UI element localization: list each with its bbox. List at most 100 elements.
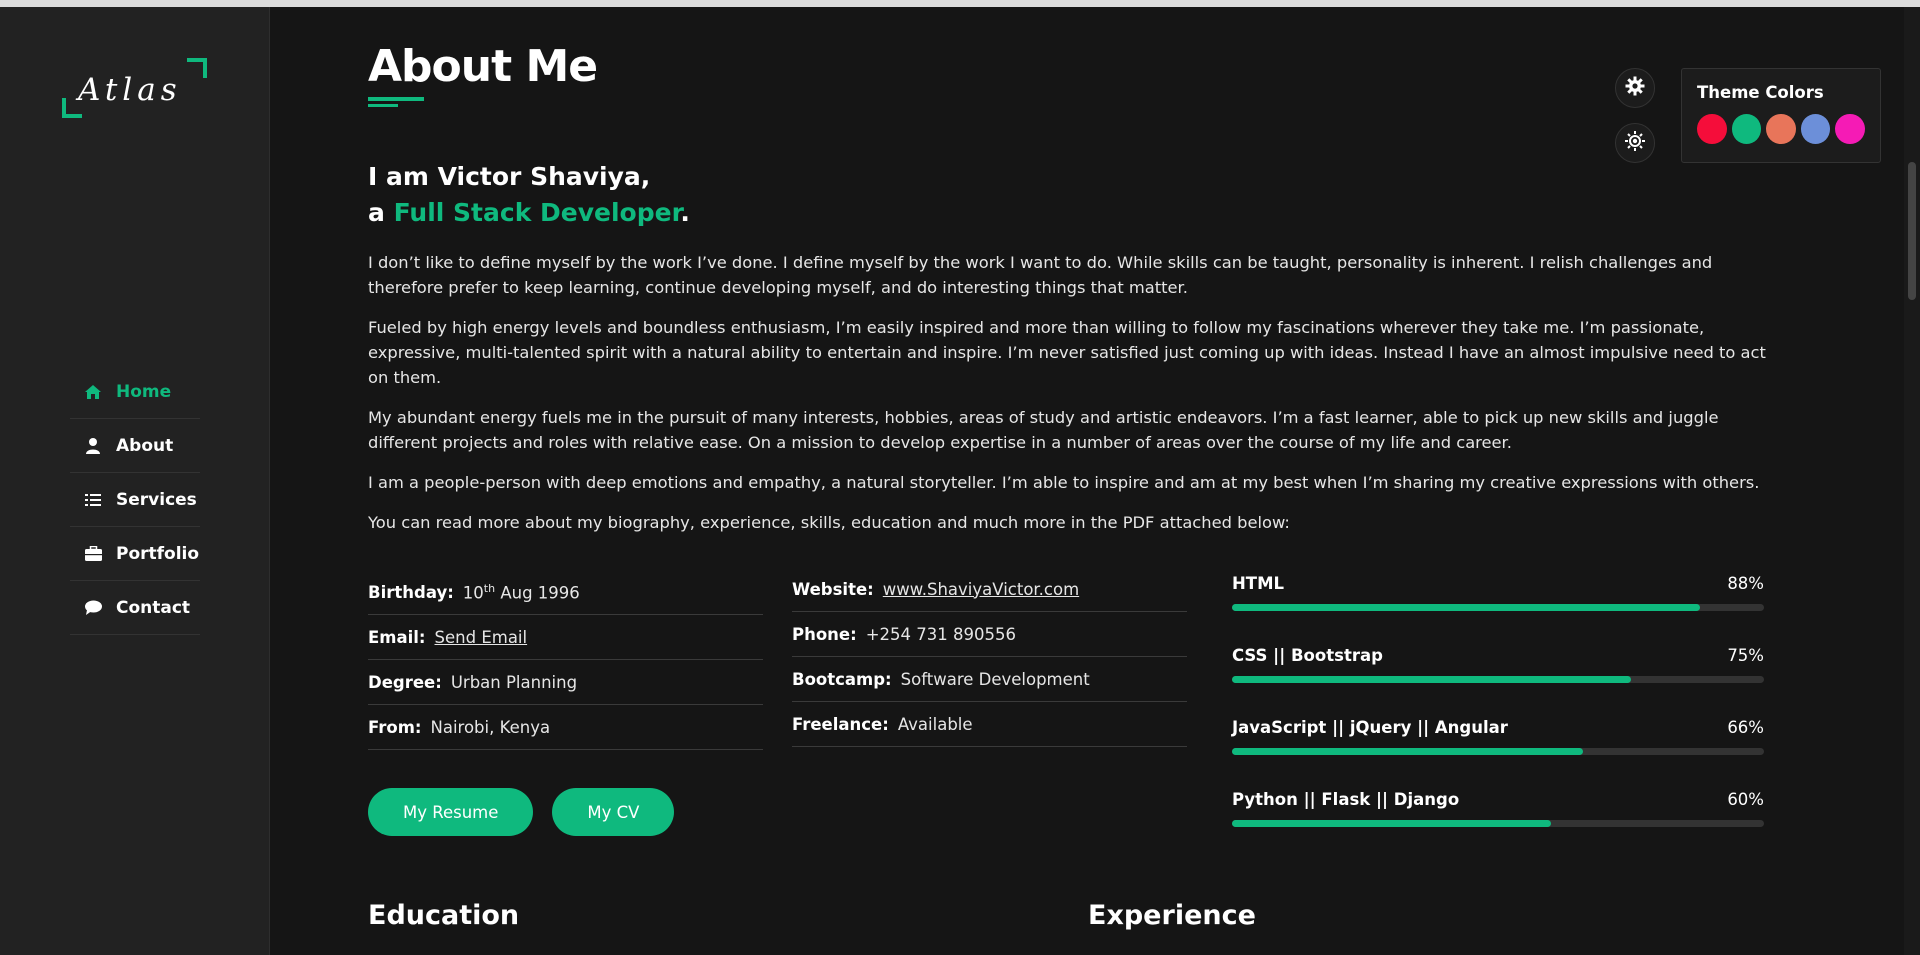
bio-paragraph: I am a people-person with deep emotions … [368,473,1760,492]
skill-percent: 88% [1727,574,1764,593]
scrollbar[interactable] [1904,7,1920,955]
email-row: Email: Send Email [368,615,763,660]
birthday-row: Birthday: 10th Aug 1996 [368,570,763,615]
skill-progress-fill [1232,748,1584,755]
nav-item-label: About [116,435,174,456]
bootcamp-value: Software Development [900,669,1090,689]
nav-item-contact[interactable]: Contact [70,581,200,635]
intro-prefix: a [368,198,394,227]
skill-name: JavaScript || jQuery || Angular [1232,718,1508,737]
freelance-row: Freelance: Available [792,702,1187,747]
theme-swatch-orange[interactable] [1766,114,1796,144]
skills-list: HTML 88% CSS || Bootstrap 75% JavaScript |… [1232,574,1764,862]
skill-progress-bar [1232,676,1764,683]
skill-percent: 66% [1727,718,1764,737]
browser-top-strip [0,0,1920,7]
skill-progress-bar [1232,820,1764,827]
freelance-label: Freelance: [792,714,889,734]
skill-percent: 75% [1727,646,1764,665]
nav-item-home[interactable]: Home [70,365,200,419]
nav-item-label: Home [116,381,172,402]
nav-item-portfolio[interactable]: Portfolio [70,527,200,581]
title-underline [368,97,424,101]
skill-percent: 60% [1727,790,1764,809]
from-label: From: [368,717,422,737]
nav-item-label: Portfolio [116,543,200,564]
website-row: Website: www.ShaviyaVictor.com [792,567,1187,612]
degree-value: Urban Planning [450,672,578,692]
nav-item-label: Services [116,489,197,510]
bootcamp-row: Bootcamp: Software Development [792,657,1187,702]
skill-progress-fill [1232,676,1631,683]
bio-text: I don’t like to define myself by the wor… [368,250,1768,550]
theme-settings-button[interactable] [1615,68,1655,108]
email-label: Email: [368,627,426,647]
degree-label: Degree: [368,672,442,692]
sidebar: Atlas Home About Services Portfolio Cont… [0,7,270,955]
comment-icon [84,599,102,617]
theme-colors-title: Theme Colors [1697,83,1824,102]
skill-progress-fill [1232,604,1701,611]
theme-swatches [1697,114,1865,144]
intro-suffix: . [680,198,690,227]
gear-icon [1625,76,1645,100]
logo[interactable]: Atlas [62,52,207,130]
bio-paragraph: Fueled by high energy levels and boundle… [368,318,1766,387]
theme-swatch-blue[interactable] [1800,114,1831,144]
skill-item: CSS || Bootstrap 75% [1232,646,1764,718]
phone-value: +254 731 890556 [865,624,1017,644]
bootcamp-label: Bootcamp: [792,669,892,689]
skill-progress-bar [1232,604,1764,611]
personal-info-right: Website: www.ShaviyaVictor.com Phone: +2… [792,567,1187,747]
skill-name: HTML [1232,574,1284,593]
download-buttons: My Resume My CV [368,788,675,836]
nav-item-about[interactable]: About [70,419,200,473]
skill-name: Python || Flask || Django [1232,790,1460,809]
home-icon [84,383,102,401]
birthday-label: Birthday: [368,582,454,602]
bio-paragraph: You can read more about my biography, ex… [368,513,1290,532]
birthday-suffix: th [483,581,496,595]
main-nav: Home About Services Portfolio Contact [70,365,200,635]
page-title: About Me [368,41,598,92]
intro-heading: I am Victor Shaviya, a Full Stack Develo… [368,159,690,231]
skill-progress-bar [1232,748,1764,755]
email-link[interactable]: Send Email [435,628,528,647]
birthday-value: 10th Aug 1996 [463,582,580,603]
dark-mode-toggle[interactable] [1615,123,1655,163]
nav-item-label: Contact [116,597,191,618]
scrollbar-thumb[interactable] [1908,162,1916,300]
website-label: Website: [792,579,874,599]
from-value: Nairobi, Kenya [430,717,551,737]
intro-role: Full Stack Developer [393,198,681,227]
theme-swatch-red[interactable] [1697,114,1727,144]
list-icon [84,491,102,509]
bio-paragraph: My abundant energy fuels me in the pursu… [368,408,1719,452]
theme-swatch-pink[interactable] [1835,114,1865,144]
birthday-month-year: Aug 1996 [495,583,580,603]
sun-icon [1624,130,1646,156]
skill-name: CSS || Bootstrap [1232,646,1383,665]
website-link[interactable]: www.ShaviyaVictor.com [883,580,1079,599]
my-cv-button[interactable]: My CV [552,788,675,836]
briefcase-icon [84,545,102,563]
intro-name: I am Victor Shaviya, [368,162,651,191]
freelance-value: Available [897,714,973,734]
personal-info-left: Birthday: 10th Aug 1996 Email: Send Emai… [368,570,763,750]
bio-paragraph: I don’t like to define myself by the wor… [368,253,1713,297]
title-underline-short [368,104,398,107]
skill-item: HTML 88% [1232,574,1764,646]
theme-swatch-green[interactable] [1731,114,1762,144]
nav-item-services[interactable]: Services [70,473,200,527]
experience-heading: Experience [1088,900,1256,931]
phone-label: Phone: [792,624,857,644]
degree-row: Degree: Urban Planning [368,660,763,705]
birthday-day: 10 [462,583,484,603]
education-heading: Education [368,900,520,931]
skill-progress-fill [1232,820,1552,827]
logo-corner-top-right [187,58,207,78]
my-resume-button[interactable]: My Resume [368,788,534,836]
user-icon [84,437,102,455]
skill-item: JavaScript || jQuery || Angular 66% [1232,718,1764,790]
intro-role-line: a Full Stack Developer. [368,195,690,231]
